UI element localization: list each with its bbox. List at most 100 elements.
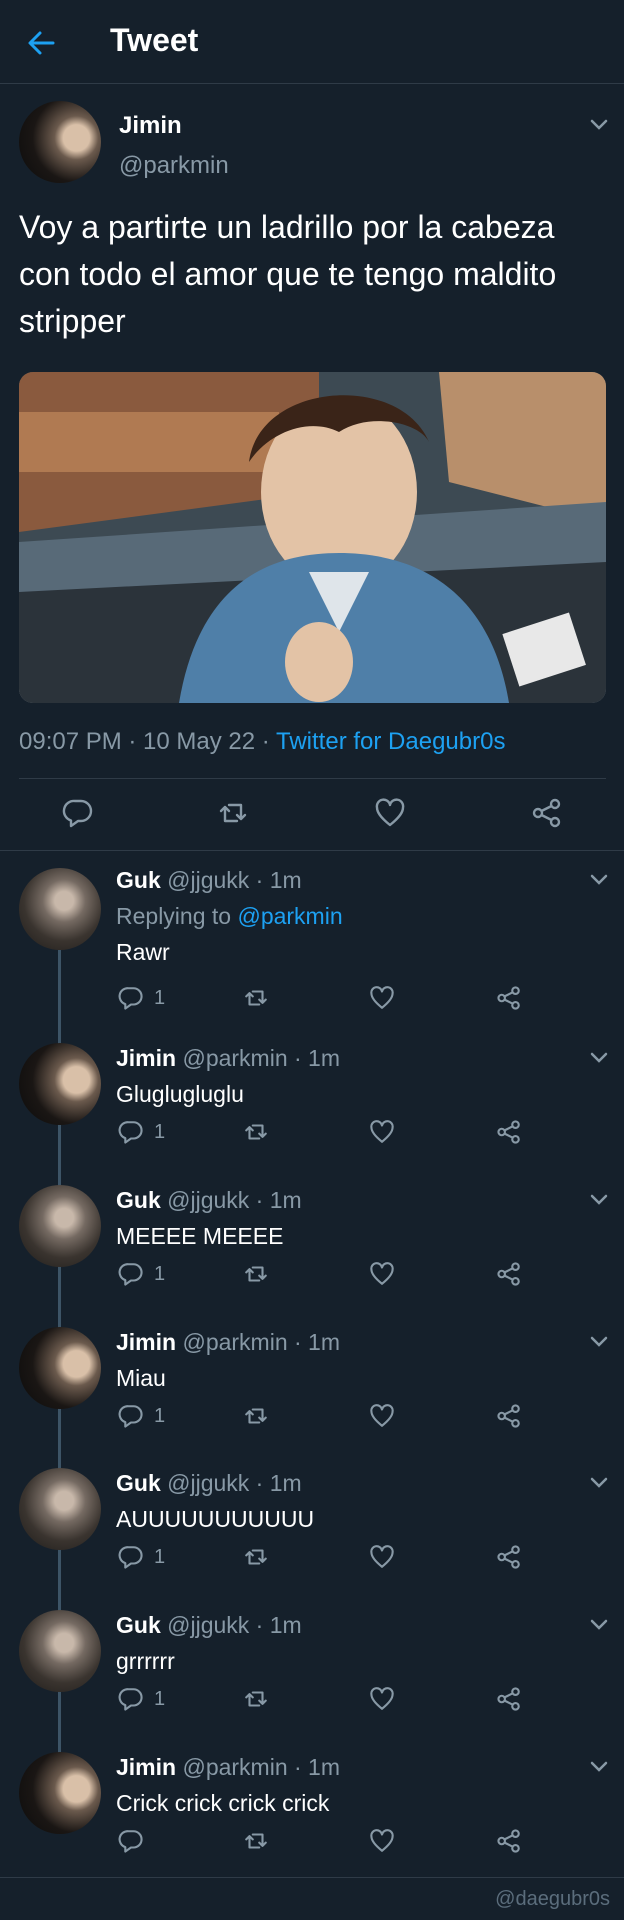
heart-icon[interactable] [369,1686,395,1712]
share-icon[interactable] [496,1261,522,1287]
avatar[interactable] [19,1327,101,1409]
reply-tweet[interactable]: Jimin @parkmin · 1m Crick crick crick cri… [0,1752,624,1860]
author-handle-time: @parkmin · 1m [176,1045,341,1071]
share-icon[interactable] [496,985,522,1011]
heart-icon[interactable] [369,1828,395,1854]
author-name[interactable]: Jimin [116,1329,176,1355]
reply-text: AUUUUUUUUUUU [116,1506,315,1532]
chevron-down-icon[interactable] [589,118,609,132]
reply-text: MEEEE MEEEE [116,1223,284,1249]
retweet-icon[interactable] [243,1119,269,1145]
watermark: @daegubr0s [495,1888,610,1910]
reply-tweet[interactable]: Guk @jjgukk · 1m MEEEE MEEEE 1 [0,1185,624,1293]
replying-to-label: Replying to [116,903,238,929]
reply-icon[interactable] [62,797,94,829]
retweet-icon[interactable] [243,985,269,1011]
page-title: Tweet [110,22,199,58]
reply-count: 1 [154,1405,166,1427]
divider [19,778,606,779]
reply-icon[interactable] [118,985,144,1011]
reply-tweet[interactable]: Jimin @parkmin · 1m Gluglugluglu 1 [0,1043,624,1151]
tweet-photo[interactable] [19,372,606,703]
avatar[interactable] [19,1043,101,1125]
author-handle-time: @jjgukk · 1m [160,1612,302,1638]
author-name[interactable]: Guk [116,867,161,893]
reply-header: Guk @jjgukk · 1m [116,1470,302,1497]
author-name[interactable]: Guk [116,1187,161,1213]
reply-count: 1 [154,1688,166,1710]
reply-icon[interactable] [118,1828,144,1854]
reply-text: Crick crick crick crick [116,1790,330,1816]
reply-header: Guk @jjgukk · 1m [116,1187,302,1214]
chevron-down-icon[interactable] [589,1335,609,1349]
reply-header: Jimin @parkmin · 1m [116,1754,340,1781]
reply-tweet[interactable]: Guk @jjgukk · 1m Replying to @parkmin Rawr… [0,867,624,1017]
divider [0,850,624,851]
replying-to: Replying to @parkmin [116,903,343,930]
retweet-icon[interactable] [243,1544,269,1570]
share-icon[interactable] [531,797,563,829]
reply-tweet[interactable]: Guk @jjgukk · 1m AUUUUUUUUUUU 1 [0,1468,624,1576]
reply-count: 1 [154,1263,166,1285]
heart-icon[interactable] [369,1261,395,1287]
retweet-icon[interactable] [243,1403,269,1429]
reply-icon[interactable] [118,1403,144,1429]
heart-icon[interactable] [369,1119,395,1145]
heart-icon[interactable] [369,1544,395,1570]
chevron-down-icon[interactable] [589,1760,609,1774]
share-icon[interactable] [496,1544,522,1570]
author-handle-time: @jjgukk · 1m [160,867,302,893]
share-icon[interactable] [496,1403,522,1429]
author-name[interactable]: Guk [116,1612,161,1638]
reply-icon[interactable] [118,1261,144,1287]
reply-header: Guk @jjgukk · 1m [116,1612,302,1639]
avatar[interactable] [19,1752,101,1834]
reply-tweet[interactable]: Jimin @parkmin · 1m Miau 1 [0,1327,624,1435]
tweet-timestamp: 09:07 PM · 10 May 22 · [19,728,277,755]
retweet-icon[interactable] [243,1686,269,1712]
avatar[interactable] [19,1610,101,1692]
reply-text: grrrrrr [116,1648,175,1674]
share-icon[interactable] [496,1828,522,1854]
author-name[interactable]: Guk [116,1470,161,1496]
author-handle-time: @parkmin · 1m [176,1329,341,1355]
chevron-down-icon[interactable] [589,873,609,887]
replying-to-link[interactable]: @parkmin [237,903,342,929]
reply-icon[interactable] [118,1119,144,1145]
retweet-icon[interactable] [243,1261,269,1287]
author-name[interactable]: Jimin [116,1754,176,1780]
reply-header: Guk @jjgukk · 1m [116,867,302,894]
avatar[interactable] [19,1468,101,1550]
reply-icon[interactable] [118,1686,144,1712]
tweet-text: Voy a partirte un ladrillo por la cabeza… [19,209,557,339]
share-icon[interactable] [496,1686,522,1712]
heart-icon[interactable] [369,985,395,1011]
share-icon[interactable] [496,1119,522,1145]
retweet-icon[interactable] [243,1828,269,1854]
top-bar: Tweet [0,0,624,84]
avatar[interactable] [19,868,101,950]
chevron-down-icon[interactable] [589,1618,609,1632]
chevron-down-icon[interactable] [589,1051,609,1065]
reply-count: 1 [154,987,166,1009]
author-handle-time: @jjgukk · 1m [160,1187,302,1213]
author-handle-time: @jjgukk · 1m [160,1470,302,1496]
author-name[interactable]: Jimin [119,112,182,140]
author-name[interactable]: Jimin [116,1045,176,1071]
reply-icon[interactable] [118,1544,144,1570]
reply-count: 1 [154,1121,166,1143]
chevron-down-icon[interactable] [589,1476,609,1490]
heart-icon[interactable] [369,1403,395,1429]
author-handle[interactable]: @parkmin [119,152,229,180]
reply-tweet[interactable]: Guk @jjgukk · 1m grrrrrr 1 [0,1610,624,1718]
tweet-source-link[interactable]: Twitter for Daegubr0s [276,728,505,755]
back-arrow-icon[interactable] [26,28,56,58]
author-handle-time: @parkmin · 1m [176,1754,341,1780]
avatar[interactable] [19,1185,101,1267]
reply-header: Jimin @parkmin · 1m [116,1045,340,1072]
heart-icon[interactable] [374,797,406,829]
reply-count: 1 [154,1546,166,1568]
avatar[interactable] [19,101,101,183]
chevron-down-icon[interactable] [589,1193,609,1207]
retweet-icon[interactable] [217,797,249,829]
